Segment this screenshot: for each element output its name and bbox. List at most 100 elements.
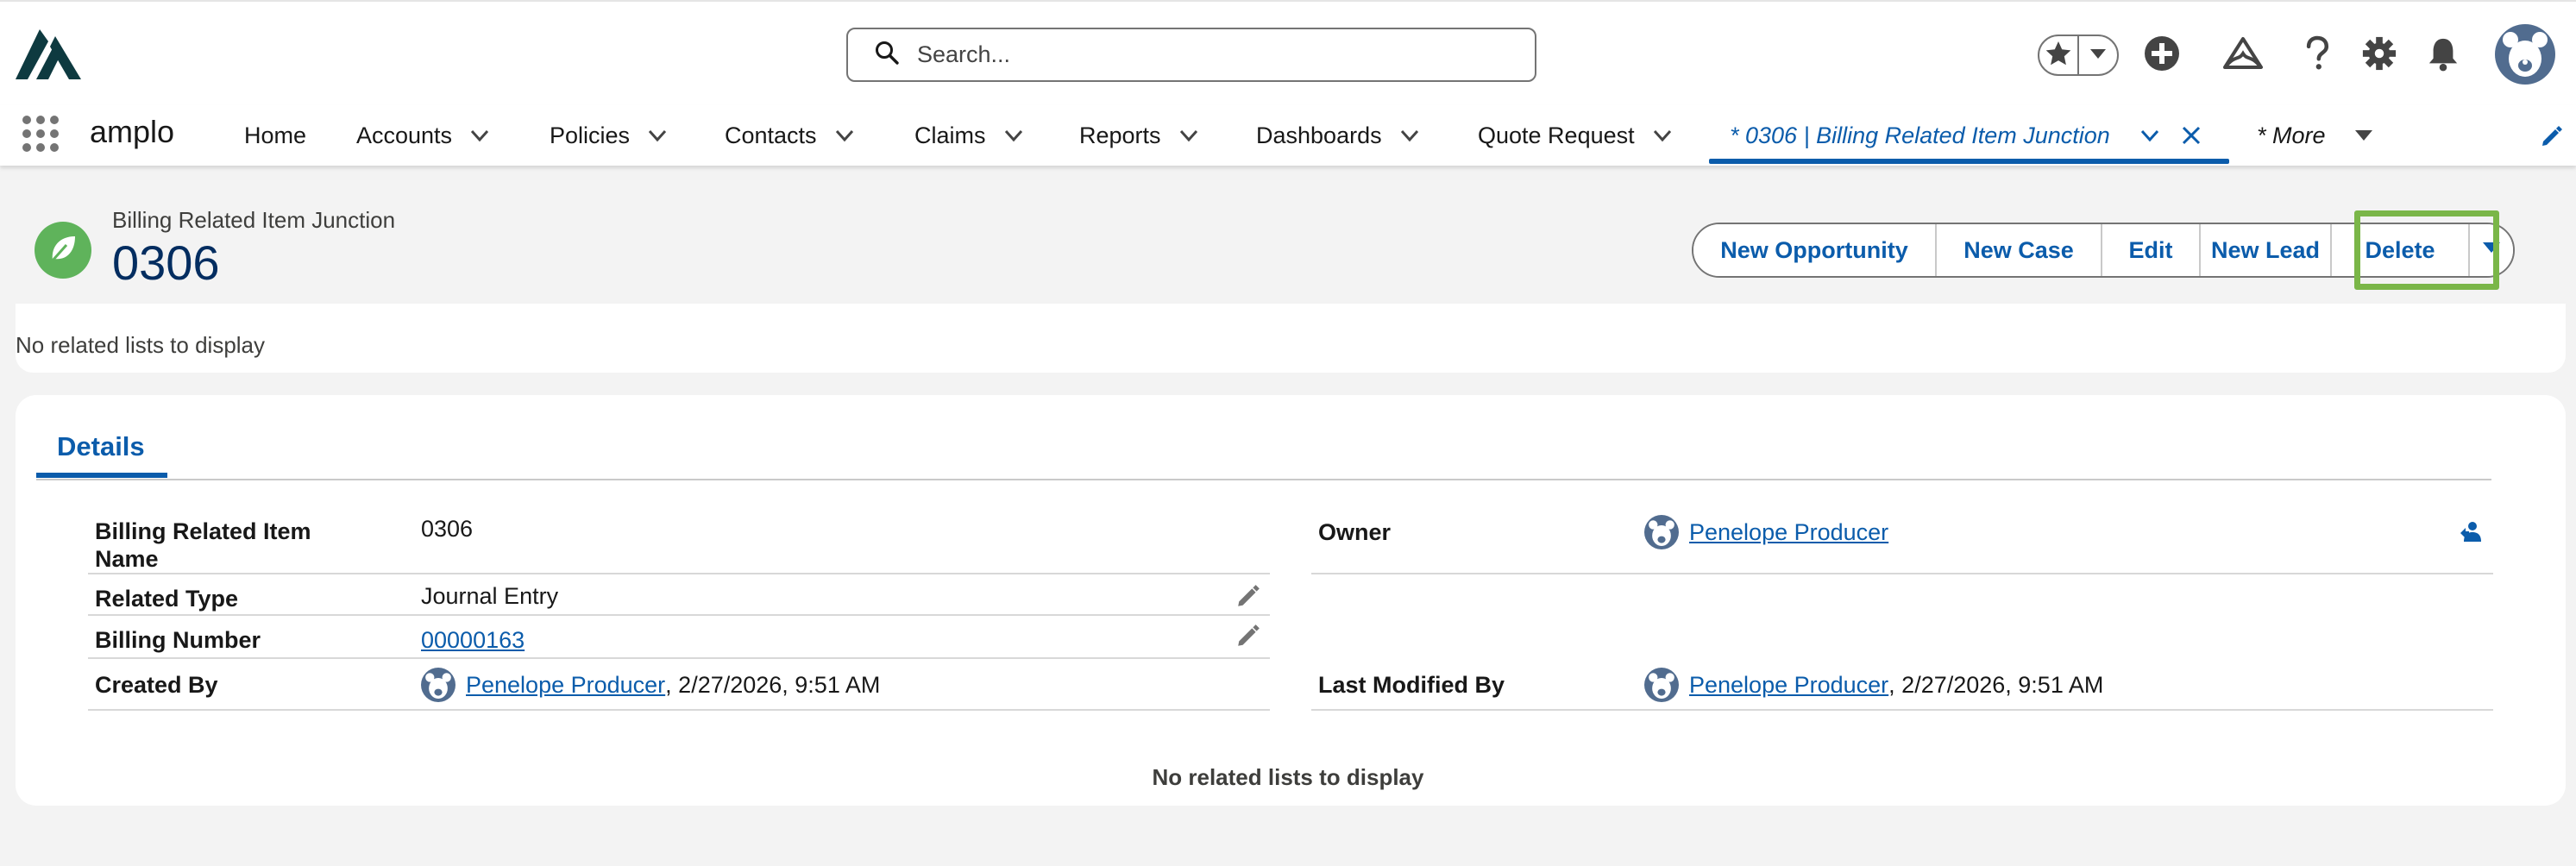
edit-related-type-button[interactable] [1235, 583, 1261, 613]
nav-more-menu[interactable]: * More [2257, 105, 2374, 166]
trailhead-icon [2223, 36, 2263, 75]
field-label-billing-number: Billing Number [95, 627, 261, 653]
waffle-icon [21, 116, 60, 157]
amplo-logo[interactable] [16, 29, 81, 79]
related-lists-empty-text: No related lists to display [16, 332, 266, 358]
nav-item-contacts[interactable]: Contacts [725, 105, 855, 166]
star-icon [2045, 40, 2072, 72]
record-actions: New Opportunity New Case Edit New Lead D… [1692, 223, 2515, 278]
nav-item-policies[interactable]: Policies [550, 105, 668, 166]
record-type-icon [35, 222, 91, 279]
new-opportunity-button[interactable]: New Opportunity [1693, 224, 1937, 276]
nav-tab-active-record[interactable]: * 0306 | Billing Related Item Junction [1730, 105, 2202, 166]
chevron-down-icon[interactable] [2139, 125, 2160, 146]
edit-billing-number-button[interactable] [1235, 623, 1261, 653]
new-case-button[interactable]: New Case [1937, 224, 2102, 276]
last-modified-user-link[interactable]: Penelope Producer [1689, 671, 1888, 699]
app-nav-bar: amplo Home Accounts Policies Contacts Cl… [0, 105, 2576, 166]
chevron-down-icon[interactable] [1652, 125, 1673, 146]
nav-item-reports[interactable]: Reports [1079, 105, 1199, 166]
chevron-down-icon[interactable] [1399, 125, 1420, 146]
record-title: 0306 [112, 235, 220, 290]
bear-avatar-icon [1644, 668, 1679, 702]
field-divider [1311, 573, 2493, 574]
caret-down-icon [2481, 237, 2502, 264]
field-value-item-name: 0306 [421, 516, 474, 542]
chevron-down-icon[interactable] [1003, 125, 1024, 146]
leaf-icon [46, 231, 80, 270]
field-divider [88, 573, 1270, 574]
last-modified-date: , 2/27/2026, 9:51 AM [1888, 672, 2104, 698]
details-empty-related-text: No related lists to display [1152, 764, 1424, 790]
favorites-menu-button[interactable] [2079, 36, 2117, 74]
gear-icon [2361, 35, 2397, 76]
field-label-last-modified-by: Last Modified By [1318, 672, 1505, 698]
setup-button[interactable] [2357, 33, 2402, 78]
help-icon [2302, 35, 2333, 77]
app-name: amplo [90, 114, 175, 149]
delete-button[interactable]: Delete [2332, 224, 2470, 276]
chevron-down-icon [2089, 47, 2107, 64]
chevron-down-icon[interactable] [834, 125, 855, 146]
field-label-owner: Owner [1318, 519, 1392, 545]
bear-avatar-icon [2495, 24, 2555, 85]
user-avatar-button[interactable] [2495, 24, 2555, 85]
field-value-related-type: Journal Entry [421, 583, 559, 609]
bear-avatar-icon [1644, 515, 1679, 549]
change-owner-button[interactable] [2459, 519, 2483, 548]
close-icon[interactable] [2181, 125, 2202, 146]
details-tab-indicator [36, 473, 167, 478]
field-divider [88, 614, 1270, 616]
tab-details[interactable]: Details [57, 431, 145, 462]
billing-number-link[interactable]: 00000163 [421, 626, 525, 654]
chevron-down-icon[interactable] [1178, 125, 1199, 146]
created-by-user-link[interactable]: Penelope Producer [466, 671, 665, 699]
tab-divider [36, 479, 2491, 480]
pencil-icon [1235, 624, 1261, 652]
nav-item-accounts[interactable]: Accounts [356, 105, 490, 166]
favorites-group [2038, 35, 2119, 76]
notifications-button[interactable] [2421, 33, 2466, 78]
details-card [16, 395, 2566, 806]
chevron-down-icon[interactable] [469, 125, 490, 146]
field-label-created-by: Created By [95, 672, 218, 698]
active-tab-indicator [1709, 159, 2229, 164]
nav-item-home[interactable]: Home [244, 105, 306, 166]
nav-item-claims[interactable]: Claims [914, 105, 1024, 166]
field-label-item-name: Billing Related Item Name [95, 518, 311, 572]
field-label-related-type: Related Type [95, 586, 239, 612]
caret-down-icon [2353, 125, 2374, 146]
pencil-icon [1235, 585, 1261, 612]
related-lists-card [16, 304, 2566, 373]
field-value-created-by: Penelope Producer , 2/27/2026, 9:51 AM [421, 668, 880, 702]
nav-item-dashboards[interactable]: Dashboards [1256, 105, 1420, 166]
field-divider [88, 657, 1270, 659]
change-owner-icon [2459, 522, 2483, 547]
record-type-label: Billing Related Item Junction [112, 207, 396, 233]
global-actions-button[interactable] [2139, 33, 2184, 78]
edit-button[interactable]: Edit [2102, 224, 2201, 276]
plus-circle-icon [2143, 35, 2181, 77]
bell-icon [2427, 35, 2460, 76]
trailhead-button[interactable] [2221, 33, 2265, 78]
nav-item-quote-request[interactable]: Quote Request [1478, 105, 1673, 166]
pencil-icon [2540, 126, 2564, 152]
created-by-date: , 2/27/2026, 9:51 AM [665, 672, 881, 698]
field-divider [1311, 709, 2493, 711]
field-value-owner: Penelope Producer [1644, 515, 1888, 549]
global-search[interactable] [846, 28, 1536, 82]
field-value-last-modified-by: Penelope Producer , 2/27/2026, 9:51 AM [1644, 668, 2103, 702]
app-launcher-button[interactable] [21, 114, 60, 154]
more-actions-button[interactable] [2470, 224, 2513, 276]
chevron-down-icon[interactable] [647, 125, 668, 146]
owner-user-link[interactable]: Penelope Producer [1689, 518, 1888, 546]
favorites-button[interactable] [2039, 36, 2077, 74]
field-divider [88, 709, 1270, 711]
bear-avatar-icon [421, 668, 456, 702]
search-input[interactable] [917, 41, 1504, 68]
global-header [0, 0, 2576, 105]
edit-nav-button[interactable] [2540, 124, 2564, 148]
search-icon [874, 40, 900, 70]
new-lead-button[interactable]: New Lead [2201, 224, 2332, 276]
help-button[interactable] [2295, 33, 2340, 78]
